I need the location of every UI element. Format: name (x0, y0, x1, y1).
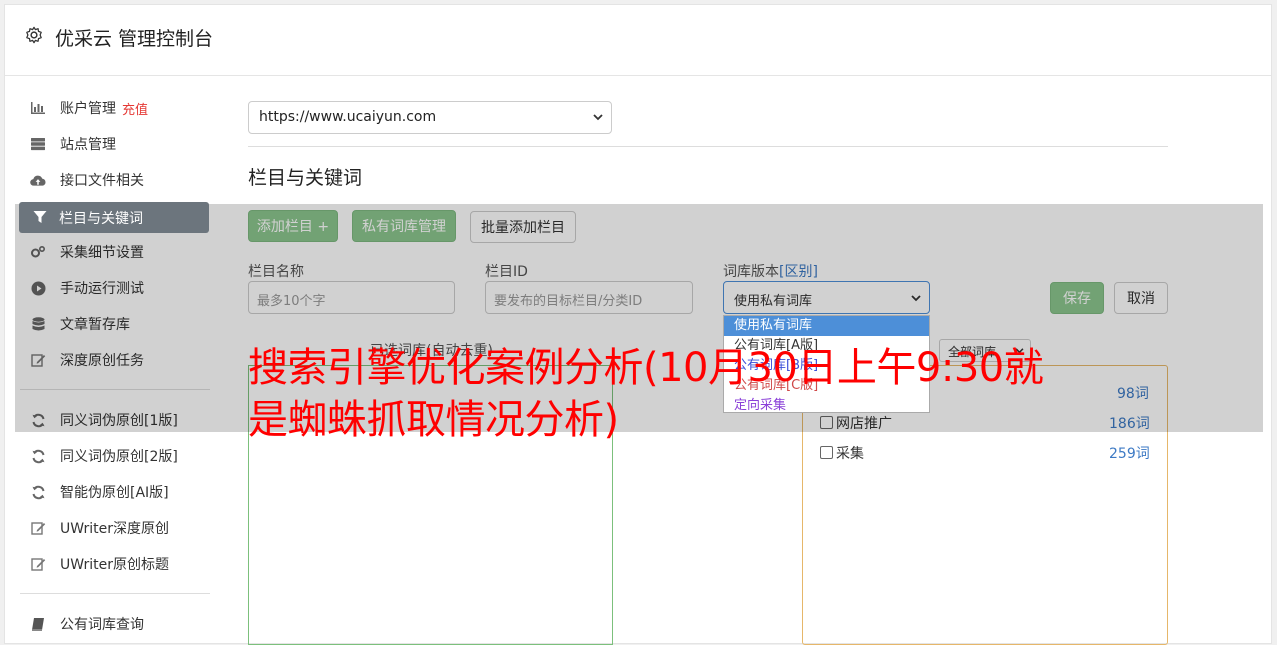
column-name-input[interactable]: 最多10个字 (248, 281, 455, 314)
site-select[interactable]: https://www.ucaiyun.com (248, 101, 612, 134)
sidebar-item-article-store[interactable]: 文章暂存库 (20, 306, 210, 342)
cancel-button[interactable]: 取消 (1114, 282, 1168, 314)
sidebar-item-account[interactable]: 账户管理 充值 (20, 90, 210, 126)
lib-name: 采集 (836, 446, 864, 462)
gear-icon (26, 26, 42, 44)
sidebar-item-label: UWriter深度原创 (60, 521, 169, 537)
add-column-button[interactable]: 添加栏目 + (248, 210, 338, 242)
batch-add-button[interactable]: 批量添加栏目 (470, 211, 576, 243)
sidebar-item-label: 同义词伪原创[2版] (60, 449, 178, 465)
sidebar-divider (20, 593, 210, 594)
refresh-icon (30, 412, 46, 428)
column-id-input[interactable]: 要发布的目标栏目/分类ID (485, 281, 693, 314)
server-icon (30, 136, 46, 152)
sidebar-item-label: 公有词库查询 (60, 617, 144, 633)
sidebar-item-label: 栏目与关键词 (59, 211, 143, 227)
sidebar-item-synonym-v2[interactable]: 同义词伪原创[2版] (20, 438, 210, 474)
cogs-icon (30, 244, 46, 260)
sidebar-item-label: 智能伪原创[AI版] (60, 485, 169, 501)
database-icon (30, 316, 46, 332)
word-count: 259词 (1109, 446, 1150, 462)
edit-icon (30, 556, 46, 572)
sidebar-item-uwriter-deep[interactable]: UWriter深度原创 (20, 510, 210, 546)
sidebar: 账户管理 充值 站点管理 接口文件相关 栏目与关键词 采集细节设置 手动运行测试… (20, 90, 210, 642)
book-icon (30, 616, 46, 632)
sidebar-item-label: 深度原创任务 (60, 353, 144, 369)
sidebar-item-synonym-v1[interactable]: 同义词伪原创[1版] (20, 402, 210, 438)
lib-version-value: 使用私有词库 (734, 294, 813, 309)
lib-version-select[interactable]: 使用私有词库 (723, 281, 930, 314)
column-id-label: 栏目ID (485, 264, 528, 280)
dropdown-option[interactable]: 使用私有词库 (724, 316, 929, 336)
sidebar-item-collect-settings[interactable]: 采集细节设置 (20, 234, 210, 270)
cloud-upload-icon (30, 172, 46, 188)
difference-link[interactable]: [区别] (779, 264, 818, 280)
sidebar-item-columns-active[interactable]: 栏目与关键词 (19, 202, 209, 233)
play-circle-icon (30, 280, 46, 296)
chevron-down-icon (911, 295, 921, 302)
column-name-label: 栏目名称 (248, 264, 304, 280)
sidebar-item-ai-rewrite[interactable]: 智能伪原创[AI版] (20, 474, 210, 510)
edit-icon (30, 520, 46, 536)
divider (248, 146, 1168, 147)
sidebar-item-public-lib[interactable]: 公有词库查询 (20, 606, 210, 642)
edit-icon (30, 352, 46, 368)
sidebar-item-label: 手动运行测试 (60, 281, 144, 297)
sidebar-item-deep-original[interactable]: 深度原创任务 (20, 342, 210, 378)
sidebar-divider (20, 389, 210, 390)
site-select-value: https://www.ucaiyun.com (259, 109, 437, 125)
sidebar-item-manual-run[interactable]: 手动运行测试 (20, 270, 210, 306)
sidebar-item-label: 接口文件相关 (60, 173, 144, 189)
refresh-icon (30, 448, 46, 464)
sidebar-item-uwriter-title[interactable]: UWriter原创标题 (20, 546, 210, 582)
lib-version-label: 词库版本[区别] (723, 261, 818, 281)
private-lib-button[interactable]: 私有词库管理 (352, 210, 456, 242)
page-title: 优采云 管理控制台 (55, 28, 214, 50)
recharge-link[interactable]: 充值 (122, 99, 148, 118)
sidebar-item-label: 账户管理 (60, 101, 116, 117)
word-count: 98词 (1117, 386, 1149, 402)
checkbox[interactable] (820, 446, 833, 459)
filter-icon (33, 211, 47, 223)
sidebar-item-label: UWriter原创标题 (60, 557, 169, 573)
bar-chart-icon (30, 100, 46, 116)
section-title: 栏目与关键词 (248, 167, 363, 189)
lib-row-label[interactable]: 采集 (820, 443, 864, 463)
sidebar-item-label: 站点管理 (60, 137, 116, 153)
overlay-headline: 搜索引擎优化案例分析(10月30日上午9:30就是蜘蛛抓取情况分析) (248, 345, 1044, 443)
save-button[interactable]: 保存 (1050, 282, 1104, 314)
sidebar-item-label: 采集细节设置 (60, 245, 144, 261)
sidebar-item-label: 文章暂存库 (60, 317, 130, 333)
sidebar-item-interface[interactable]: 接口文件相关 (20, 162, 210, 198)
refresh-icon (30, 484, 46, 500)
sidebar-item-sites[interactable]: 站点管理 (20, 126, 210, 162)
word-count: 186词 (1109, 416, 1150, 432)
sidebar-item-label: 同义词伪原创[1版] (60, 413, 178, 429)
chevron-down-icon (593, 114, 603, 121)
lib-version-text: 词库版本 (723, 264, 779, 280)
page-header: 优采云 管理控制台 (5, 5, 1271, 76)
